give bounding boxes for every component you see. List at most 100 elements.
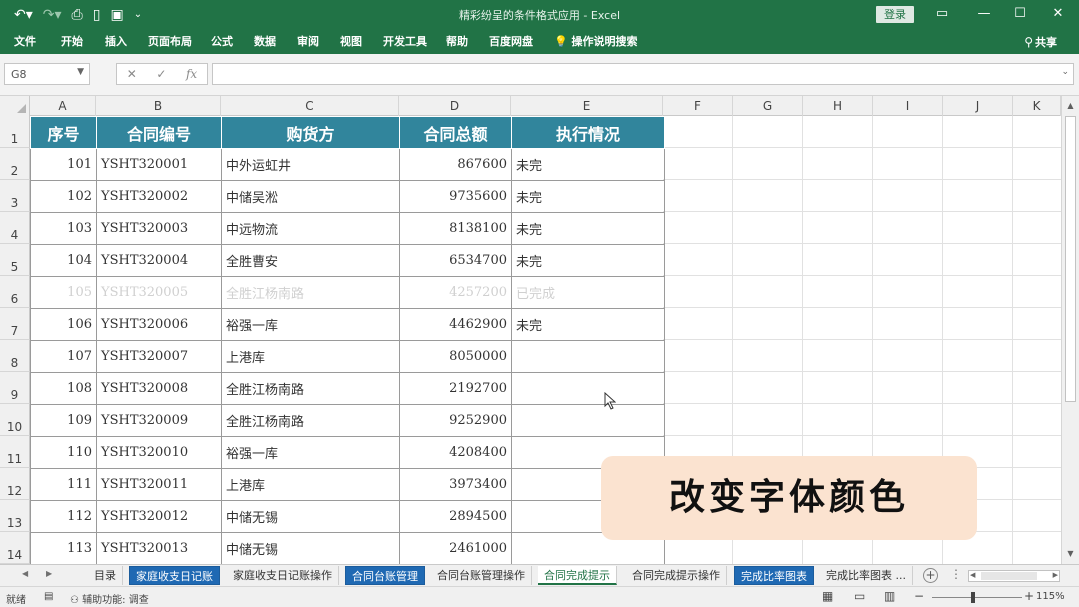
column-header-f[interactable]: F [663, 96, 733, 116]
column-header-a[interactable]: A [30, 96, 96, 116]
cell-code[interactable]: YSHT320004 [96, 244, 222, 277]
cell-no[interactable]: 111 [30, 468, 97, 501]
column-header-c[interactable]: C [221, 96, 399, 116]
cell-code[interactable]: YSHT320013 [96, 532, 222, 564]
row-header[interactable]: 13 [0, 500, 30, 532]
sheet-tab[interactable]: 合同台账管理 [345, 566, 425, 585]
scroll-up-icon[interactable]: ▲ [1062, 98, 1079, 114]
tell-me-search[interactable]: 💡 操作说明搜索 [554, 33, 638, 51]
tabs-split-handle[interactable]: ⋮ [950, 567, 962, 581]
cell-code[interactable]: YSHT320006 [96, 308, 222, 341]
row-header[interactable]: 10 [0, 404, 30, 436]
cell-amount[interactable]: 2894500 [399, 500, 512, 533]
cell-no[interactable]: 103 [30, 212, 97, 245]
cell-code[interactable]: YSHT320005 [96, 276, 222, 309]
enter-icon[interactable]: ✓ [156, 67, 166, 81]
cell-buyer[interactable]: 全胜江杨南路 [221, 372, 400, 405]
column-header-i[interactable]: I [873, 96, 943, 116]
name-box[interactable]: G8 ▼ [4, 63, 90, 85]
scroll-thumb[interactable] [981, 572, 1037, 580]
select-all-button[interactable] [0, 96, 30, 116]
tab-data[interactable]: 数据 [254, 33, 276, 51]
maximize-icon[interactable]: ☐ [1008, 4, 1032, 24]
sheet-tab[interactable]: 完成比率图表 [734, 566, 814, 585]
header-contract-code[interactable]: 合同编号 [96, 116, 222, 149]
tab-help[interactable]: 帮助 [446, 33, 468, 51]
accessibility-status[interactable]: ⚇ 辅助功能: 调查 [70, 591, 149, 606]
cell-buyer[interactable]: 中外运虹井 [221, 148, 400, 181]
cell-no[interactable]: 110 [30, 436, 97, 469]
cell-buyer[interactable]: 裕强一库 [221, 436, 400, 469]
zoom-slider[interactable] [932, 597, 1022, 598]
header-amount[interactable]: 合同总额 [399, 116, 512, 149]
column-header-j[interactable]: J [943, 96, 1013, 116]
cell-no[interactable]: 107 [30, 340, 97, 373]
vertical-scrollbar[interactable]: ▲ ▼ [1061, 96, 1079, 564]
cell-code[interactable]: YSHT320010 [96, 436, 222, 469]
cell-buyer[interactable]: 中储无锡 [221, 500, 400, 533]
zoom-slider-knob[interactable] [971, 592, 975, 603]
row-header[interactable]: 14 [0, 532, 30, 564]
cancel-icon[interactable]: ✕ [127, 67, 137, 81]
cell-amount[interactable]: 8138100 [399, 212, 512, 245]
column-header-d[interactable]: D [399, 96, 511, 116]
tab-prev-icon[interactable]: ◀ [22, 569, 28, 578]
cell-amount[interactable]: 4257200 [399, 276, 512, 309]
cell-no[interactable]: 104 [30, 244, 97, 277]
normal-view-icon[interactable]: ▦ [822, 589, 833, 603]
cell-status[interactable]: 已完成 [511, 276, 665, 309]
cell-code[interactable]: YSHT320003 [96, 212, 222, 245]
row-header[interactable]: 3 [0, 180, 30, 212]
sheet-tab[interactable]: 合同完成提示操作 [626, 566, 727, 585]
cell-no[interactable]: 108 [30, 372, 97, 405]
cell-amount[interactable]: 4462900 [399, 308, 512, 341]
cell-status[interactable]: 未完 [511, 180, 665, 213]
cell-buyer[interactable]: 中远物流 [221, 212, 400, 245]
row-header[interactable]: 8 [0, 340, 30, 372]
page-layout-view-icon[interactable]: ▭ [854, 589, 865, 603]
cell-code[interactable]: YSHT320001 [96, 148, 222, 181]
zoom-out-button[interactable]: − [914, 589, 924, 603]
cell-status[interactable] [511, 404, 665, 437]
cell-amount[interactable]: 4208400 [399, 436, 512, 469]
cell-no[interactable]: 113 [30, 532, 97, 564]
cell-no[interactable]: 109 [30, 404, 97, 437]
row-header[interactable]: 11 [0, 436, 30, 468]
sheet-tab[interactable]: 合同台账管理操作 [431, 566, 532, 585]
share-button[interactable]: ⚲ 共享 [1024, 33, 1057, 52]
cell-no[interactable]: 102 [30, 180, 97, 213]
tab-insert[interactable]: 插入 [105, 33, 127, 51]
row-header[interactable]: 7 [0, 308, 30, 340]
cell-amount[interactable]: 6534700 [399, 244, 512, 277]
cell-status[interactable]: 未完 [511, 308, 665, 341]
cell-amount[interactable]: 867600 [399, 148, 512, 181]
cell-buyer[interactable]: 上港库 [221, 468, 400, 501]
cell-code[interactable]: YSHT320007 [96, 340, 222, 373]
tab-page-layout[interactable]: 页面布局 [148, 33, 192, 51]
cell-buyer[interactable]: 全胜江杨南路 [221, 404, 400, 437]
tab-developer[interactable]: 开发工具 [383, 33, 427, 51]
cell-amount[interactable]: 3973400 [399, 468, 512, 501]
cell-no[interactable]: 112 [30, 500, 97, 533]
cell-amount[interactable]: 2461000 [399, 532, 512, 564]
macro-record-icon[interactable]: ▤ [44, 591, 53, 602]
ribbon-display-icon[interactable]: ▭ [930, 4, 954, 24]
row-header[interactable]: 6 [0, 276, 30, 308]
tab-next-icon[interactable]: ▶ [46, 569, 52, 578]
tab-baidu-netdisk[interactable]: 百度网盘 [489, 33, 533, 51]
zoom-in-button[interactable]: + [1024, 589, 1034, 603]
column-header-g[interactable]: G [733, 96, 803, 116]
horizontal-scrollbar[interactable]: ◀ ▶ [968, 570, 1060, 582]
cell-amount[interactable]: 8050000 [399, 340, 512, 373]
tab-formulas[interactable]: 公式 [211, 33, 233, 51]
cell-status[interactable] [511, 372, 665, 405]
cell-status[interactable] [511, 340, 665, 373]
cell-buyer[interactable]: 中储吴淞 [221, 180, 400, 213]
sheet-tab[interactable]: 完成比率图表 ... [820, 566, 913, 585]
scroll-right-icon[interactable]: ▶ [1053, 571, 1058, 579]
cell-no[interactable]: 106 [30, 308, 97, 341]
close-icon[interactable]: ✕ [1046, 4, 1070, 24]
row-header[interactable]: 9 [0, 372, 30, 404]
tab-file[interactable]: 文件 [14, 33, 36, 51]
header-status[interactable]: 执行情况 [511, 116, 665, 149]
